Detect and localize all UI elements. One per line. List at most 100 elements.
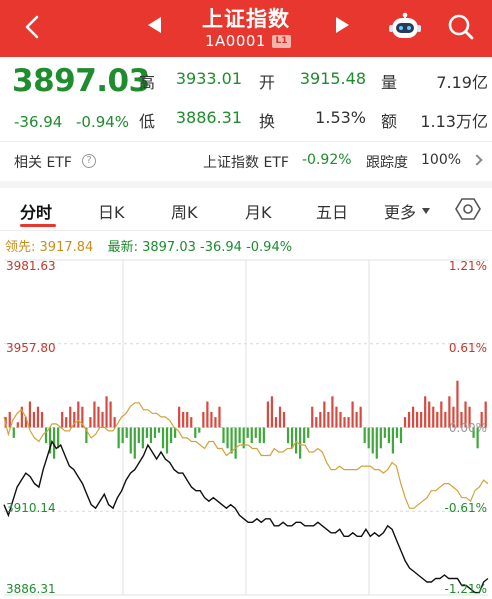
etf-section-label: 相关 ETF	[14, 155, 72, 171]
volume-bar-down	[137, 427, 140, 444]
volume-bar-down	[363, 427, 366, 444]
volume-bar-up	[8, 411, 11, 428]
tab-monthly-k[interactable]: 月K	[245, 199, 272, 223]
lead-label: 领先:	[5, 240, 36, 255]
pct-axis-label-center: 0.00%	[448, 421, 487, 435]
volume-bar-up	[278, 406, 282, 428]
volume-bar-down	[165, 427, 169, 454]
volume-bar-up	[109, 401, 112, 428]
volume-bar-down	[379, 427, 382, 449]
volume-bar-up	[266, 401, 269, 428]
volume-bar-down	[222, 427, 225, 444]
volume-bar-down	[198, 427, 201, 433]
volume-bar-up	[28, 401, 32, 428]
volume-bar-down	[307, 427, 310, 438]
tracking-value: 100%	[421, 152, 462, 168]
next-stock-arrow-icon[interactable]	[336, 17, 349, 33]
volume-bar-up	[113, 417, 116, 428]
volume-bar-up	[407, 411, 411, 428]
help-icon[interactable]: ?	[82, 154, 96, 168]
tab-intraday[interactable]: 分时	[20, 199, 52, 223]
tab-more[interactable]: 更多	[384, 199, 416, 223]
volume-bar-up	[411, 406, 415, 428]
volume-bar-down	[125, 427, 128, 438]
turnover-label: 换	[259, 112, 276, 131]
volume-bar-down	[230, 427, 233, 454]
volume-bar-up	[186, 411, 189, 428]
volume-bar-up	[206, 401, 209, 428]
tab-five-day[interactable]: 五日	[316, 199, 348, 223]
volume-bar-up	[323, 401, 326, 428]
etf-name[interactable]: 上证指数 ETF	[203, 152, 289, 172]
volume-bar-up	[420, 411, 423, 428]
tab-daily-k[interactable]: 日K	[98, 199, 125, 223]
caret-down-icon[interactable]	[422, 208, 430, 214]
related-etf-row[interactable]: 相关 ETF ? 上证指数 ETF -0.92% 跟踪度 100%	[0, 142, 492, 180]
volume-bar-up	[444, 411, 447, 428]
volume-bar-down	[234, 427, 237, 459]
volume-bar-down	[194, 427, 197, 438]
volume-bar-up	[311, 406, 314, 428]
volume-bar-up	[32, 411, 36, 428]
y-axis-label-upper: 3957.80	[6, 341, 56, 355]
volume-bar-down	[161, 427, 165, 449]
stock-code: 1A0001	[205, 32, 266, 50]
volume-bar-up	[331, 396, 334, 428]
robot-assistant-icon[interactable]	[387, 9, 423, 45]
volume-bar-down	[117, 427, 120, 449]
y-axis-label-top: 3981.63	[6, 259, 56, 273]
volume-bar-down	[387, 427, 390, 444]
volume-bar-down	[57, 427, 60, 449]
volume-bar-up	[270, 396, 274, 428]
lead-value: 3917.84	[39, 240, 94, 255]
volume-bar-up	[359, 406, 362, 428]
volume-bar-down	[375, 427, 378, 459]
active-tab-indicator	[20, 224, 56, 227]
amount-label: 额	[381, 112, 398, 131]
tab-weekly-k[interactable]: 周K	[171, 199, 198, 223]
y-axis-label-bottom: 3886.31	[6, 582, 56, 596]
volume-bar-down	[157, 427, 161, 433]
volume-bar-up	[416, 411, 419, 428]
volume-bar-down	[383, 427, 386, 438]
volume-bar-up	[101, 411, 104, 428]
volume-bar-up	[214, 417, 217, 428]
volume-bar-up	[343, 417, 346, 428]
volume-bar-down	[303, 427, 306, 444]
volume-bar-up	[327, 411, 330, 428]
volume-bar-up	[202, 411, 205, 428]
volume-bar-up	[282, 411, 286, 428]
price-change-pct: -0.94%	[76, 113, 130, 131]
high-label: 高	[139, 73, 156, 92]
volume-bar-up	[347, 417, 350, 428]
chevron-right-icon[interactable]	[471, 154, 483, 166]
latest-value: 3897.03	[142, 240, 196, 255]
latest-label: 最新:	[107, 240, 138, 255]
volume-bar-down	[367, 427, 370, 449]
volume-bar-down	[250, 427, 253, 444]
volume-bar-up	[335, 406, 338, 428]
volume-bar-up	[424, 396, 427, 428]
volume-bar-down	[129, 427, 132, 454]
volume-bar-up	[77, 401, 80, 428]
volume-bar-up	[36, 406, 40, 428]
intraday-chart[interactable]: 3981.63 3957.80 3910.14 3886.31 1.21% 0.…	[0, 256, 492, 599]
low-label: 低	[139, 112, 156, 131]
open-value: 3915.48	[299, 69, 366, 88]
volume-bar-up	[97, 406, 100, 428]
volume-bar-up	[355, 411, 358, 428]
volume-bar-down	[391, 427, 395, 454]
volume-bar-down	[44, 427, 48, 444]
chart-legend: 领先: 3917.84 最新: 3897.03 -36.94 -0.94%	[5, 236, 292, 255]
volume-bar-up	[218, 406, 221, 428]
volume-bar-up	[210, 411, 213, 428]
search-icon[interactable]	[444, 10, 478, 44]
open-label: 开	[259, 73, 276, 92]
volume-bar-down	[169, 427, 173, 444]
chart-settings-icon[interactable]	[455, 196, 481, 222]
pct-axis-label-lower: -0.61%	[444, 501, 487, 515]
volume-bar-up	[65, 417, 68, 428]
volume-bar-up	[440, 401, 443, 428]
level-badge: L1	[272, 35, 291, 48]
quote-panel: 3897.03 -36.94 -0.94% 高 3933.01 低 3886.3…	[0, 57, 492, 141]
